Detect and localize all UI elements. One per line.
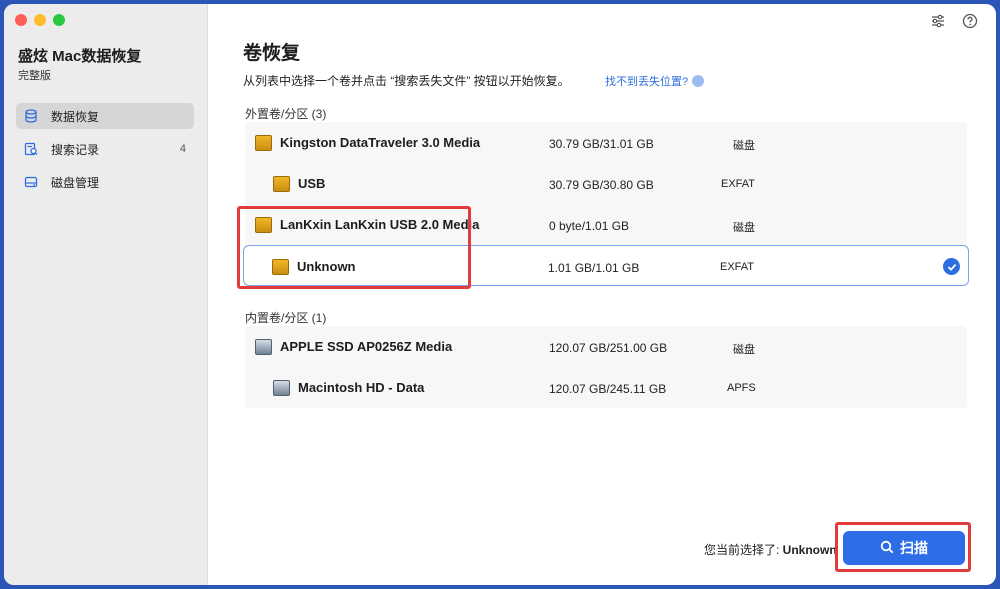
page-title: 卷恢复 [243,43,301,64]
volume-row[interactable]: APPLE SSD AP0256Z Media 120.07 GB/251.00… [245,326,967,367]
sidebar-item-label: 搜索记录 [51,142,100,157]
window-controls [15,14,65,26]
instruction-text: 从列表中选择一个卷并点击 “搜索丢失文件” 按钮以开始恢复。 [243,74,570,88]
help-link-label: 找不到丢失位置? [605,76,689,88]
volume-name: USB [298,176,326,191]
internal-section-label: 内置卷/分区 (1) [245,311,327,325]
chevron-right-icon [692,75,705,87]
volume-name: Macintosh HD - Data [298,380,425,395]
help-icon[interactable] [962,13,978,29]
help-link[interactable]: 找不到丢失位置? [605,73,705,89]
volume-type: EXFAT [720,261,755,273]
internal-drive-icon [255,339,272,355]
external-drive-icon [273,176,290,192]
internal-volume-list: APPLE SSD AP0256Z Media 120.07 GB/251.00… [245,326,967,408]
disk-management-icon [24,175,38,189]
sidebar-item-disk-management[interactable]: 磁盘管理 [16,169,194,195]
app-edition: 完整版 [18,70,51,82]
sidebar-item-label: 磁盘管理 [51,175,100,190]
volume-type: EXFAT [721,178,756,190]
volume-size: 30.79 GB/30.80 GB [549,178,654,192]
selection-status: 您当前选择了: Unknown [704,541,837,558]
external-drive-icon [255,217,272,233]
sidebar-item-label: 数据恢复 [51,109,100,124]
minimize-window-button[interactable] [34,14,46,26]
volume-row[interactable]: Macintosh HD - Data 120.07 GB/245.11 GB … [245,367,967,408]
volume-name: Kingston DataTraveler 3.0 Media [280,135,481,150]
toolbar [930,13,978,29]
sidebar: 盛炫 Mac数据恢复 完整版 数据恢复 搜索记录 4 磁盘管理 [4,4,208,585]
app-title: 盛炫 Mac数据恢复 [18,48,142,65]
external-section-label: 外置卷/分区 (3) [245,107,327,121]
external-drive-icon [272,259,289,275]
sidebar-item-search-history[interactable]: 搜索记录 4 [16,136,194,162]
volume-size: 120.07 GB/245.11 GB [549,382,667,396]
volume-size: 30.79 GB/31.01 GB [549,137,654,151]
volume-size: 120.07 GB/251.00 GB [549,341,668,355]
volume-type: APFS [727,382,756,394]
volume-row[interactable]: USB 30.79 GB/30.80 GB EXFAT [245,163,967,204]
checkmark-icon [943,258,960,275]
volume-row[interactable]: LanKxin LanKxin USB 2.0 Media 0 byte/1.0… [245,204,967,245]
volume-name: Unknown [297,259,356,274]
external-volume-list: Kingston DataTraveler 3.0 Media 30.79 GB… [243,122,969,286]
database-icon [24,109,38,123]
volume-type: 磁盘 [733,140,755,152]
search-icon [880,540,894,557]
selection-status-value: Unknown [782,543,837,557]
sidebar-item-data-recovery[interactable]: 数据恢复 [16,103,194,129]
sidebar-nav: 数据恢复 搜索记录 4 磁盘管理 [16,103,194,202]
internal-drive-icon [273,380,290,396]
volume-type: 磁盘 [733,222,755,234]
volume-row-selected[interactable]: Unknown 1.01 GB/1.01 GB EXFAT [243,245,969,286]
volume-size: 1.01 GB/1.01 GB [548,261,640,275]
close-window-button[interactable] [15,14,27,26]
external-drive-icon [255,135,272,151]
volume-size: 0 byte/1.01 GB [549,219,630,233]
volume-name: APPLE SSD AP0256Z Media [280,339,453,354]
settings-sliders-icon[interactable] [930,13,946,29]
volume-type: 磁盘 [733,344,755,356]
search-history-count-badge: 4 [179,143,186,155]
search-history-icon [24,142,38,156]
app-window: 盛炫 Mac数据恢复 完整版 数据恢复 搜索记录 4 磁盘管理 卷恢复 从列表中… [4,4,996,585]
selection-status-prefix: 您当前选择了: [704,543,783,557]
volume-row[interactable]: Kingston DataTraveler 3.0 Media 30.79 GB… [245,122,967,163]
zoom-window-button[interactable] [53,14,65,26]
scan-button[interactable]: 扫描 [843,531,965,565]
volume-name: LanKxin LanKxin USB 2.0 Media [280,217,480,232]
scan-button-label: 扫描 [900,540,928,556]
main-panel: 卷恢复 从列表中选择一个卷并点击 “搜索丢失文件” 按钮以开始恢复。 找不到丢失… [209,4,996,585]
